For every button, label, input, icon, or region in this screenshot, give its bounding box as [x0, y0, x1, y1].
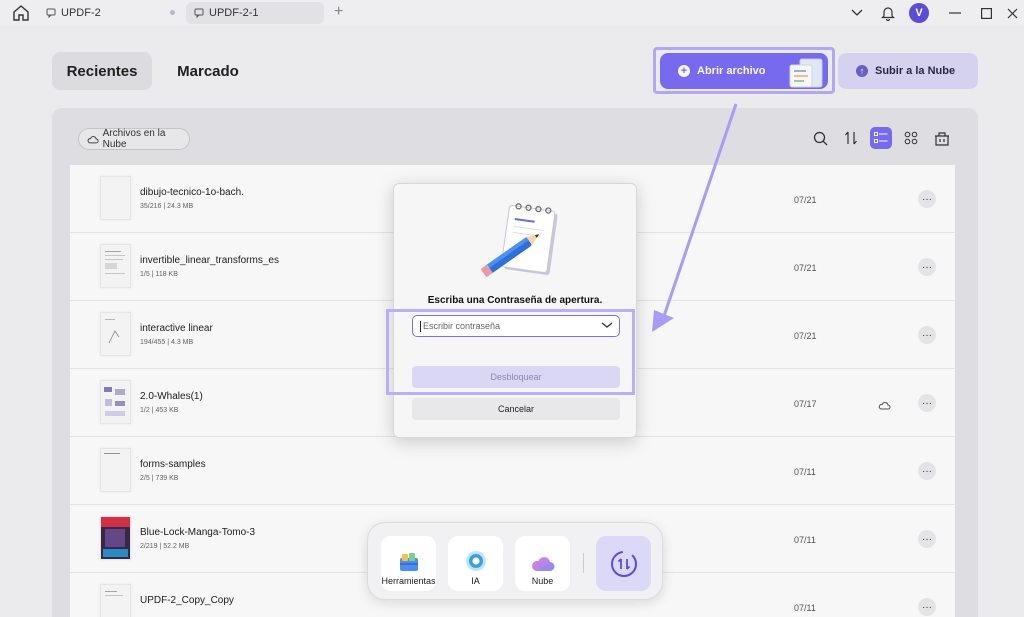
cloud-icon [531, 557, 554, 571]
close-icon[interactable] [1003, 3, 1021, 23]
cancel-button[interactable]: Cancelar [412, 398, 620, 420]
tab-label: UPDF-2 [61, 7, 101, 19]
minimize-icon[interactable] [946, 3, 964, 23]
ai-icon [465, 551, 486, 571]
home-icon[interactable] [12, 4, 30, 22]
title-bar: UPDF-2 UPDF-2-1 + V [0, 0, 1024, 26]
password-highlight [386, 309, 635, 395]
dialog-title: Escriba una Contraseña de apertura. [427, 295, 603, 306]
new-tab-button[interactable]: + [334, 3, 343, 21]
ai-button[interactable]: IA [448, 536, 503, 591]
bell-icon[interactable] [878, 3, 898, 23]
maximize-icon[interactable] [977, 3, 995, 23]
cloud-button[interactable]: Nube [515, 536, 570, 591]
convert-button[interactable] [596, 536, 651, 591]
avatar-initial: V [915, 7, 923, 19]
dock-divider [583, 553, 584, 573]
comment-icon [46, 8, 56, 18]
tab-updf-2[interactable]: UPDF-2 [38, 2, 168, 24]
comment-icon [194, 8, 204, 18]
convert-icon [610, 550, 637, 577]
chevron-down-icon[interactable] [848, 3, 866, 23]
avatar[interactable]: V [909, 3, 929, 23]
bottom-dock: Herramientas IA Nube [367, 522, 663, 600]
tools-label: Herramientas [381, 576, 436, 586]
notepad-pencil-icon [480, 203, 558, 278]
tab-updf-2-1[interactable]: UPDF-2-1 [186, 2, 324, 24]
cloud-label: Nube [531, 576, 554, 586]
toolbox-icon [399, 553, 418, 571]
tab-separator-dot [170, 10, 175, 15]
tab-label: UPDF-2-1 [209, 7, 259, 19]
tools-button[interactable]: Herramientas [381, 536, 436, 591]
ai-label: IA [471, 576, 480, 586]
